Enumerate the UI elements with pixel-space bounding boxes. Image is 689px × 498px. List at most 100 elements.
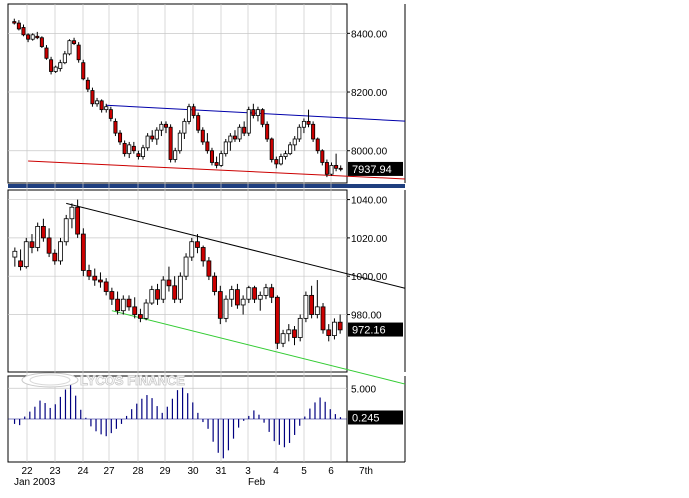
candle — [237, 124, 242, 142]
lycos-logo-icon — [21, 372, 79, 388]
candle — [145, 133, 150, 151]
candle-body — [118, 132, 123, 143]
date-label: 6 — [328, 466, 334, 477]
candle-body — [265, 123, 270, 140]
candle-body — [108, 109, 113, 119]
candle-body — [303, 294, 309, 319]
candle-body — [315, 138, 320, 152]
candle-body — [214, 162, 219, 166]
candle — [223, 295, 229, 323]
y-tick-label: 1000.00 — [351, 272, 388, 283]
date-label: 3 — [245, 466, 251, 477]
date-label: 4 — [273, 466, 279, 477]
date-label: 29 — [159, 466, 171, 477]
candle — [168, 124, 173, 163]
date-label: 27 — [103, 466, 115, 477]
candle-body — [58, 62, 63, 69]
candle — [311, 121, 316, 142]
y-tick-label: 8000.00 — [351, 147, 388, 158]
candle-body — [85, 79, 90, 90]
candle — [30, 33, 35, 41]
candle-body — [81, 62, 86, 80]
candle-body — [246, 109, 251, 134]
candle-body — [150, 135, 155, 140]
candle-body — [39, 37, 44, 47]
candle-body — [160, 279, 166, 300]
candle — [246, 106, 251, 137]
candle-body — [274, 159, 279, 165]
candle-body — [44, 47, 49, 59]
candle — [260, 108, 265, 128]
candle-body — [278, 156, 283, 165]
candle-body — [172, 285, 178, 300]
candle — [67, 39, 72, 56]
candle-body — [260, 109, 265, 125]
candle-body — [136, 153, 141, 157]
candle — [320, 303, 326, 334]
candle-body — [92, 275, 98, 281]
candle-body — [337, 321, 343, 331]
candle-body — [219, 153, 224, 166]
month-label: Feb — [248, 477, 266, 488]
candle-body — [35, 35, 40, 39]
candle — [324, 159, 329, 178]
y-tick-label: 8400.00 — [351, 29, 388, 40]
candle-body — [12, 21, 17, 24]
date-label: 31 — [215, 466, 227, 477]
candle-body — [53, 66, 58, 72]
candle-body — [168, 126, 173, 160]
candle-body — [200, 129, 205, 143]
candle-body — [104, 106, 109, 111]
candle-body — [143, 302, 149, 319]
candle-body — [23, 241, 29, 268]
candle-body — [12, 250, 18, 258]
candle — [160, 276, 166, 304]
candle-body — [149, 289, 155, 304]
candle — [274, 295, 280, 350]
y-tick-label: 980.00 — [351, 311, 382, 322]
candle-body — [274, 296, 280, 344]
candle-body — [109, 291, 115, 300]
y-tick-label: 8200.00 — [351, 88, 388, 99]
candle-body — [127, 144, 132, 155]
month-label: Jan 2003 — [14, 477, 56, 488]
candle-body — [311, 123, 316, 140]
candle-body — [173, 150, 178, 160]
candle-body — [16, 22, 21, 30]
candle — [35, 222, 41, 252]
candle — [186, 103, 192, 125]
candle-body — [69, 206, 75, 220]
candle-body — [240, 298, 246, 306]
candle-body — [95, 100, 100, 105]
candle-body — [99, 100, 104, 111]
candle — [200, 127, 205, 145]
candle-body — [155, 289, 160, 300]
candle-body — [191, 106, 196, 116]
candle — [303, 291, 309, 323]
candle-body — [52, 252, 58, 262]
date-label: 23 — [49, 466, 61, 477]
candle — [223, 138, 228, 157]
candle-body — [177, 275, 183, 300]
candle-body — [75, 206, 81, 235]
candle-body — [186, 106, 192, 122]
candle-body — [154, 129, 159, 140]
candle — [217, 285, 223, 325]
candle — [177, 272, 183, 304]
candle-body — [223, 298, 229, 319]
candle-body — [72, 40, 77, 45]
candle-body — [212, 275, 217, 292]
date-label: 5 — [301, 466, 307, 477]
candle-body — [252, 287, 257, 300]
candle-body — [320, 306, 326, 331]
candle-body — [297, 317, 303, 338]
last-value-label: 0.245 — [352, 412, 380, 424]
candle-body — [334, 164, 339, 169]
candle-body — [301, 120, 306, 128]
candle-body — [196, 115, 201, 131]
candle — [189, 237, 195, 261]
candle — [297, 124, 302, 142]
candle — [209, 147, 214, 166]
candle-body — [86, 270, 92, 277]
candle-body — [62, 53, 67, 64]
